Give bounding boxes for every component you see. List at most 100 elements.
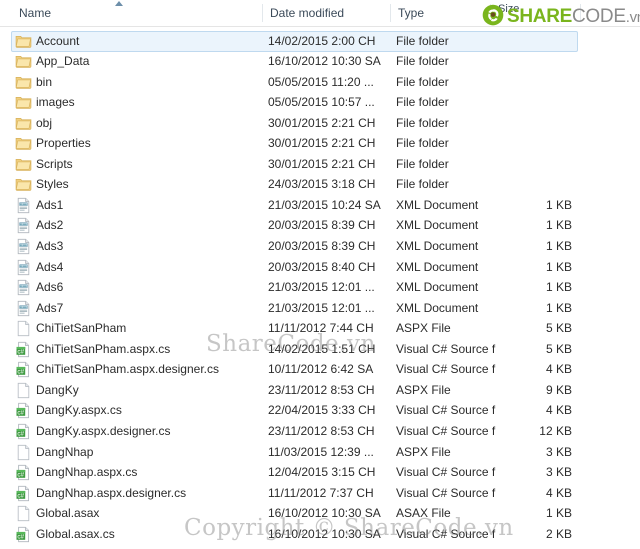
file-name-cell: ChiTietSanPham.aspx.designer.cs: [36, 362, 219, 377]
file-date-modified-cell: 16/10/2012 10:30 SA: [268, 54, 381, 69]
file-size-cell: 1 KB: [545, 300, 572, 315]
file-date-modified-cell: 16/10/2012 10:30 SA: [268, 506, 381, 521]
file-name-cell: Ads2: [36, 218, 64, 233]
file-type-cell: File folder: [396, 156, 449, 171]
file-date-modified-cell: 23/11/2012 8:53 CH: [268, 382, 375, 397]
file-type-cell: File folder: [396, 177, 449, 192]
file-type-cell: XML Document: [396, 197, 479, 212]
xml-file-icon: [15, 238, 32, 255]
file-row[interactable]: Properties 30/01/2015 2:21 CH File folder: [0, 133, 640, 154]
file-row[interactable]: bin 05/05/2015 11:20 ... File folder: [0, 72, 640, 93]
file-row[interactable]: Ads2 20/03/2015 8:39 CH XML Document 1 KB: [0, 215, 640, 236]
file-row[interactable]: Ads4 20/03/2015 8:40 CH XML Document 1 KB: [0, 257, 640, 278]
file-name-cell: Properties: [36, 136, 91, 151]
file-size-cell: 12 KB: [539, 423, 572, 438]
file-size-cell: 2 KB: [545, 526, 572, 541]
file-size-cell: [488, 133, 572, 154]
file-date-modified-cell: 16/10/2012 10:30 SA: [268, 526, 381, 541]
file-name-cell: Ads6: [36, 280, 64, 295]
file-row[interactable]: Ads6 21/03/2015 12:01 ... XML Document 1 KB: [0, 277, 640, 298]
xml-file-icon: [15, 217, 32, 234]
file-type-cell: Visual C# Source f...: [396, 362, 496, 377]
svg-text:c#: c#: [17, 533, 24, 540]
file-date-modified-cell: 14/02/2015 1:51 CH: [268, 341, 376, 356]
file-name-cell: ChiTietSanPham.aspx.cs: [36, 341, 171, 356]
file-type-cell: File folder: [396, 136, 449, 151]
file-type-cell: File folder: [396, 95, 449, 110]
file-row[interactable]: c# DangNhap.aspx.cs 12/04/2015 3:15 CH Visu…: [0, 462, 640, 483]
file-type-cell: ASPX File: [396, 444, 451, 459]
file-name-cell: obj: [36, 115, 53, 130]
file-row[interactable]: DangKy 23/11/2012 8:53 CH ASPX File 9 KB: [0, 380, 640, 401]
file-size-cell: 5 KB: [545, 321, 572, 336]
file-type-cell: XML Document: [396, 259, 479, 274]
column-header-type[interactable]: Type: [390, 0, 490, 26]
file-size-cell: 3 KB: [545, 444, 572, 459]
file-row[interactable]: Ads3 20/03/2015 8:39 CH XML Document 1 KB: [0, 236, 640, 257]
file-row[interactable]: c# DangKy.aspx.cs 22/04/2015 3:33 CH Visual…: [0, 400, 640, 421]
column-header-date-modified[interactable]: Date modified: [262, 0, 388, 26]
file-date-modified-cell: 21/03/2015 10:24 SA: [268, 197, 381, 212]
folder-icon: [15, 156, 32, 173]
sharecode-logo-mark-icon: [482, 4, 504, 26]
file-name-cell: Scripts: [36, 156, 73, 171]
file-type-cell: Visual C# Source f...: [396, 465, 496, 480]
file-date-modified-cell: 05/05/2015 10:57 ...: [268, 95, 375, 110]
file-size-cell: 1 KB: [545, 506, 572, 521]
file-type-cell: Visual C# Source f...: [396, 485, 496, 500]
file-name-cell: DangKy: [36, 382, 79, 397]
file-row[interactable]: Ads1 21/03/2015 10:24 SA XML Document 1 KB: [0, 195, 640, 216]
file-date-modified-cell: 21/03/2015 12:01 ...: [268, 300, 375, 315]
file-size-cell: 4 KB: [545, 485, 572, 500]
file-row[interactable]: Scripts 30/01/2015 2:21 CH File folder: [0, 154, 640, 175]
file-type-cell: File folder: [396, 54, 449, 69]
logo-text-vn: .vn: [625, 9, 640, 26]
file-type-cell: Visual C# Source f...: [396, 341, 496, 356]
file-type-cell: XML Document: [396, 280, 479, 295]
column-header-date-modified-label: Date modified: [270, 6, 345, 20]
csharp-file-icon: c#: [15, 361, 32, 378]
column-header-name[interactable]: Name: [11, 0, 251, 26]
file-row[interactable]: obj 30/01/2015 2:21 CH File folder: [0, 113, 640, 134]
file-row[interactable]: images 05/05/2015 10:57 ... File folder: [0, 92, 640, 113]
file-name-cell: images: [36, 95, 75, 110]
file-row[interactable]: c# ChiTietSanPham.aspx.cs 14/02/2015 1:51 …: [0, 339, 640, 360]
file-date-modified-cell: 30/01/2015 2:21 CH: [268, 115, 376, 130]
csharp-file-icon: c#: [15, 485, 32, 502]
folder-icon: [15, 135, 32, 152]
file-size-cell: 3 KB: [545, 465, 572, 480]
xml-file-icon: [15, 197, 32, 214]
file-row[interactable]: Global.asax 16/10/2012 10:30 SA ASAX File 1…: [0, 503, 640, 524]
column-header-type-label: Type: [398, 6, 425, 20]
file-row[interactable]: Account 14/02/2015 2:00 CH File folder: [0, 30, 640, 52]
file-type-cell: Visual C# Source f...: [396, 526, 496, 541]
file-type-cell: ASPX File: [396, 382, 451, 397]
file-type-cell: File folder: [396, 33, 449, 48]
blank-page-icon: [15, 382, 32, 399]
file-size-cell: [488, 154, 572, 175]
folder-icon: [15, 74, 32, 91]
file-date-modified-cell: 30/01/2015 2:21 CH: [268, 136, 376, 151]
file-date-modified-cell: 12/04/2015 3:15 CH: [268, 465, 376, 480]
xml-file-icon: [15, 259, 32, 276]
file-row[interactable]: Styles 24/03/2015 3:18 CH File folder: [0, 174, 640, 195]
file-row[interactable]: DangNhap 11/03/2015 12:39 ... ASPX File 3 K…: [0, 442, 640, 463]
file-row[interactable]: App_Data 16/10/2012 10:30 SA File folder: [0, 51, 640, 72]
file-name-cell: DangNhap.aspx.designer.cs: [36, 485, 187, 500]
file-size-cell: 1 KB: [545, 280, 572, 295]
file-date-modified-cell: 21/03/2015 12:01 ...: [268, 280, 375, 295]
file-row[interactable]: c# DangNhap.aspx.designer.cs 11/11/2012 7:…: [0, 483, 640, 504]
file-row[interactable]: c# Global.asax.cs 16/10/2012 10:30 SA Visua…: [0, 524, 640, 545]
file-size-cell: [488, 113, 572, 134]
file-size-cell: [488, 174, 572, 195]
file-name-cell: Ads7: [36, 300, 64, 315]
svg-text:c#: c#: [17, 472, 24, 479]
file-size-cell: 9 KB: [545, 382, 572, 397]
file-date-modified-cell: 11/11/2012 7:44 CH: [268, 321, 374, 336]
file-list[interactable]: Account 14/02/2015 2:00 CH File folder App_…: [0, 27, 640, 549]
file-row[interactable]: c# DangKy.aspx.designer.cs 23/11/2012 8:53…: [0, 421, 640, 442]
file-row[interactable]: Ads7 21/03/2015 12:01 ... XML Document 1 KB: [0, 298, 640, 319]
file-row[interactable]: ChiTietSanPham 11/11/2012 7:44 CH ASPX Fil…: [0, 318, 640, 339]
file-row[interactable]: c# ChiTietSanPham.aspx.designer.cs 10/11/2…: [0, 359, 640, 380]
file-name-cell: Ads4: [36, 259, 64, 274]
